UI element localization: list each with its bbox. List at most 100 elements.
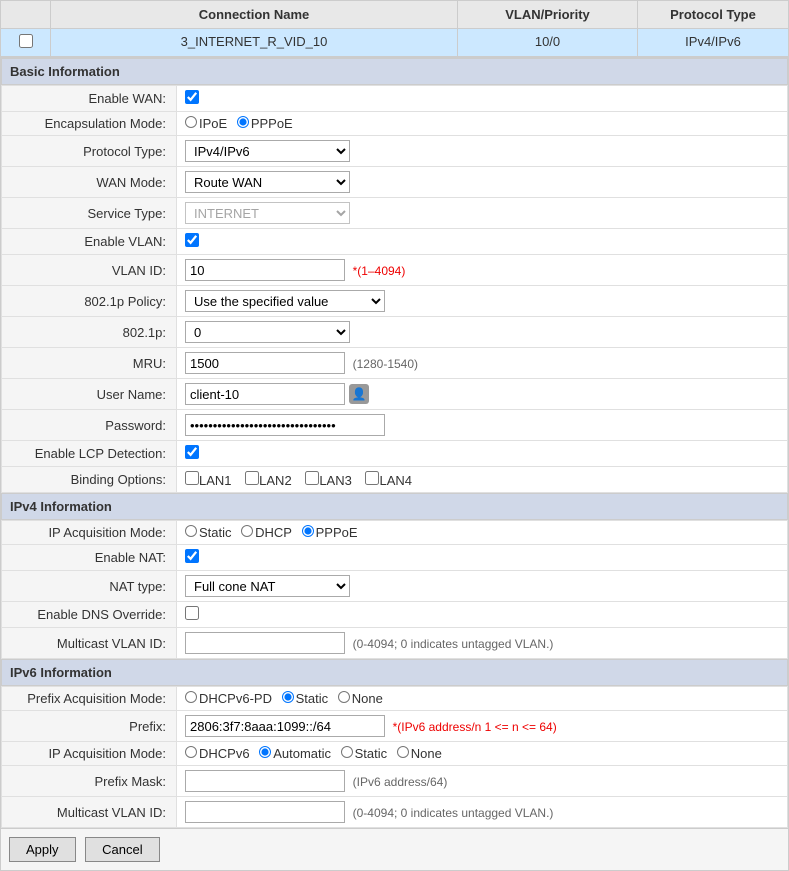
enable-vlan-label: Enable VLAN:: [2, 229, 177, 255]
prefix-mask-hint: (IPv6 address/64): [353, 775, 448, 789]
encap-ipoe-radio[interactable]: [185, 116, 197, 128]
ipv6-multicast-cell: (0-4094; 0 indicates untagged VLAN.): [177, 797, 788, 828]
proto-type-select[interactable]: IPv4/IPv6: [185, 140, 350, 162]
encap-ipoe-label: IPoE: [199, 116, 227, 131]
prefix-static-label: Static: [296, 691, 329, 706]
ipv4-pppoe-label: PPPoE: [316, 525, 358, 540]
lan3-checkbox[interactable]: [305, 471, 319, 485]
apply-button[interactable]: Apply: [9, 837, 76, 862]
nat-type-label: NAT type:: [2, 571, 177, 602]
user-icon[interactable]: 👤: [349, 384, 369, 404]
col-header-proto: Protocol Type: [638, 1, 788, 28]
lcp-label: Enable LCP Detection:: [2, 441, 177, 467]
ipv6-multicast-hint: (0-4094; 0 indicates untagged VLAN.): [353, 806, 554, 820]
enable-wan-label: Enable WAN:: [2, 86, 177, 112]
prefix-acq-label: Prefix Acquisition Mode:: [2, 687, 177, 711]
wan-mode-label: WAN Mode:: [2, 167, 177, 198]
8021p-label: 802.1p:: [2, 317, 177, 348]
prefix-input[interactable]: [185, 715, 385, 737]
ipv6-none-radio[interactable]: [397, 746, 409, 758]
row-name: 3_INTERNET_R_VID_10: [51, 29, 458, 56]
dns-override-label: Enable DNS Override:: [2, 602, 177, 628]
mru-cell: (1280-1540): [177, 348, 788, 379]
lan2-label: LAN2: [259, 473, 292, 488]
prefix-mask-input[interactable]: [185, 770, 345, 792]
ipv6-static-radio[interactable]: [341, 746, 353, 758]
ipv4-multicast-cell: (0-4094; 0 indicates untagged VLAN.): [177, 628, 788, 659]
lan1-checkbox[interactable]: [185, 471, 199, 485]
nat-type-select[interactable]: Full cone NAT: [185, 575, 350, 597]
vlan-id-label: VLAN ID:: [2, 255, 177, 286]
service-type-select[interactable]: INTERNET: [185, 202, 350, 224]
row-proto: IPv4/IPv6: [638, 29, 788, 56]
row-checkbox-cell[interactable]: [1, 29, 51, 56]
ipv6-info-header: IPv6 Information: [1, 659, 788, 686]
lan3-label: LAN3: [319, 473, 352, 488]
vlan-id-input[interactable]: [185, 259, 345, 281]
username-input[interactable]: [185, 383, 345, 405]
password-cell: [177, 410, 788, 441]
8021p-select[interactable]: 0: [185, 321, 350, 343]
enable-wan-checkbox[interactable]: [185, 90, 199, 104]
prefix-mask-cell: (IPv6 address/64): [177, 766, 788, 797]
prefix-cell: *(IPv6 address/n 1 <= n <= 64): [177, 711, 788, 742]
dns-override-cell: [177, 602, 788, 628]
enable-nat-cell: [177, 545, 788, 571]
lcp-cell: [177, 441, 788, 467]
wan-mode-select[interactable]: Route WAN: [185, 171, 350, 193]
mru-input[interactable]: [185, 352, 345, 374]
ipv6-multicast-input[interactable]: [185, 801, 345, 823]
binding-label: Binding Options:: [2, 467, 177, 493]
prefix-hint: *(IPv6 address/n 1 <= n <= 64): [393, 720, 557, 734]
ipv6-multicast-label: Multicast VLAN ID:: [2, 797, 177, 828]
password-label: Password:: [2, 410, 177, 441]
vlan-id-cell: *(1–4094): [177, 255, 788, 286]
row-vlan: 10/0: [458, 29, 638, 56]
dns-override-checkbox[interactable]: [185, 606, 199, 620]
prefix-dhcpv6pd-radio[interactable]: [185, 691, 197, 703]
nat-type-cell: Full cone NAT: [177, 571, 788, 602]
ipv4-static-radio[interactable]: [185, 525, 197, 537]
ipv4-dhcp-radio[interactable]: [241, 525, 253, 537]
ipv6-auto-label: Automatic: [273, 746, 331, 761]
ipv4-dhcp-label: DHCP: [255, 525, 292, 540]
button-row: Apply Cancel: [0, 828, 789, 871]
8021p-cell: 0: [177, 317, 788, 348]
enable-nat-checkbox[interactable]: [185, 549, 199, 563]
proto-type-cell: IPv4/IPv6: [177, 136, 788, 167]
ipv4-static-label: Static: [199, 525, 232, 540]
col-header-vlan: VLAN/Priority: [458, 1, 638, 28]
username-label: User Name:: [2, 379, 177, 410]
service-type-cell: INTERNET: [177, 198, 788, 229]
lcp-checkbox[interactable]: [185, 445, 199, 459]
col-header-check: [1, 1, 51, 28]
ipv6-none-label: None: [411, 746, 442, 761]
ipv6-dhcpv6-radio[interactable]: [185, 746, 197, 758]
lan4-checkbox[interactable]: [365, 471, 379, 485]
enable-vlan-cell: [177, 229, 788, 255]
ipv4-multicast-hint: (0-4094; 0 indicates untagged VLAN.): [353, 637, 554, 651]
encap-pppoe-radio[interactable]: [237, 116, 249, 128]
prefix-dhcpv6pd-label: DHCPv6-PD: [199, 691, 272, 706]
binding-cell: LAN1 LAN2 LAN3 LAN4: [177, 467, 788, 493]
ipv4-multicast-input[interactable]: [185, 632, 345, 654]
ipv4-acq-label: IP Acquisition Mode:: [2, 521, 177, 545]
prefix-mask-label: Prefix Mask:: [2, 766, 177, 797]
prefix-static-radio[interactable]: [282, 691, 294, 703]
wan-mode-cell: Route WAN: [177, 167, 788, 198]
prefix-none-radio[interactable]: [338, 691, 350, 703]
enable-vlan-checkbox[interactable]: [185, 233, 199, 247]
ipv4-pppoe-radio[interactable]: [302, 525, 314, 537]
ipv6-auto-radio[interactable]: [259, 746, 271, 758]
prefix-acq-cell: DHCPv6-PD Static None: [177, 687, 788, 711]
col-header-name: Connection Name: [51, 1, 458, 28]
ipv4-acq-cell: Static DHCP PPPoE: [177, 521, 788, 545]
mru-label: MRU:: [2, 348, 177, 379]
policy-select[interactable]: Use the specified value: [185, 290, 385, 312]
cancel-button[interactable]: Cancel: [85, 837, 159, 862]
enable-nat-label: Enable NAT:: [2, 545, 177, 571]
lan2-checkbox[interactable]: [245, 471, 259, 485]
lan1-label: LAN1: [199, 473, 232, 488]
password-input[interactable]: [185, 414, 385, 436]
row-checkbox[interactable]: [19, 34, 33, 48]
